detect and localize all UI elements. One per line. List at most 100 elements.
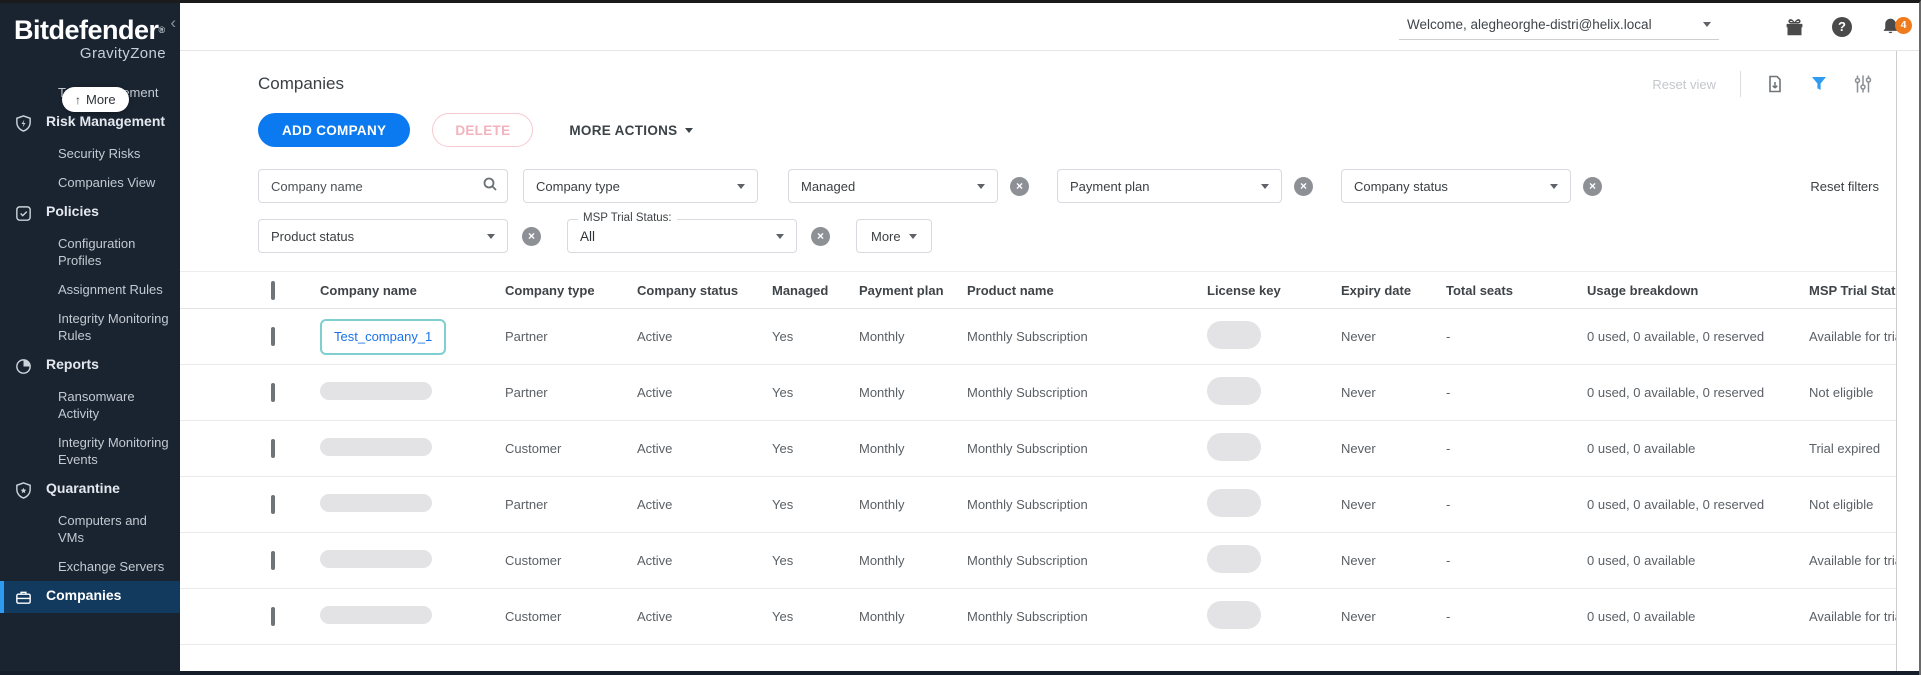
- sidebar-item-label: Exchange Servers: [58, 559, 165, 574]
- chevron-down-icon: [1261, 183, 1269, 189]
- payment-plan-filter[interactable]: Payment plan: [1057, 169, 1282, 203]
- table-row[interactable]: Customer Active Yes Monthly Monthly Subs…: [180, 533, 1919, 589]
- payment-plan-value: Monthly: [859, 385, 905, 400]
- gift-button[interactable]: [1781, 14, 1807, 40]
- clear-msp-trial-filter-icon[interactable]: ×: [811, 226, 830, 246]
- row-checkbox[interactable]: [271, 607, 275, 626]
- msp-trial-status-filter[interactable]: MSP Trial Status: All: [567, 212, 797, 253]
- companies-table: Company name Company type Company status…: [180, 271, 1919, 645]
- table-row[interactable]: Customer Active Yes Monthly Monthly Subs…: [180, 589, 1919, 645]
- sidebar-item-security-risks[interactable]: Security Risks: [0, 139, 180, 168]
- sidebar-item-configuration-profiles[interactable]: Configuration Profiles: [0, 229, 180, 275]
- gift-icon: [1786, 19, 1802, 36]
- sidebar-item-label: Reports: [46, 356, 99, 372]
- clear-company-status-filter-icon[interactable]: ×: [1583, 176, 1602, 196]
- sidebar-item-exchange-servers[interactable]: Exchange Servers: [0, 552, 180, 581]
- column-header-company-name[interactable]: Company name: [310, 283, 495, 298]
- license-key-placeholder: [1207, 545, 1261, 573]
- column-header-managed[interactable]: Managed: [762, 283, 849, 298]
- row-checkbox[interactable]: [271, 495, 275, 514]
- company-type-filter[interactable]: Company type: [523, 169, 758, 203]
- more-filters-button[interactable]: More: [856, 219, 932, 253]
- company-name-link[interactable]: Test_company_1: [334, 329, 432, 344]
- company-status-value: Active: [637, 497, 673, 512]
- chevron-down-icon: [1703, 22, 1711, 27]
- search-icon: [482, 176, 498, 197]
- company-type-value: Customer: [505, 553, 562, 568]
- company-type-value: Partner: [505, 385, 548, 400]
- expiry-date-value: Never: [1341, 441, 1376, 456]
- expiry-date-value: Never: [1341, 609, 1376, 624]
- select-all-checkbox[interactable]: [271, 280, 275, 300]
- sidebar-collapse-icon[interactable]: ‹: [170, 13, 176, 33]
- product-name-value: Monthly Subscription: [967, 329, 1088, 344]
- sidebar-item-reports[interactable]: Reports: [0, 350, 180, 382]
- payment-plan-value: Monthly: [859, 329, 905, 344]
- delete-button[interactable]: DELETE: [432, 113, 534, 147]
- window-bottom-border: [0, 671, 1919, 675]
- table-body: Test_company_1 Partner Active Yes Monthl…: [180, 309, 1919, 645]
- managed-value: Yes: [772, 385, 794, 400]
- column-header-company-status[interactable]: Company status: [627, 283, 762, 298]
- column-header-license-key[interactable]: License key: [1197, 283, 1331, 298]
- row-checkbox[interactable]: [271, 551, 275, 570]
- table-row[interactable]: Test_company_1 Partner Active Yes Monthl…: [180, 309, 1919, 365]
- sidebar-item-companies[interactable]: Companies: [0, 581, 180, 613]
- scroll-more-button[interactable]: ↑ More: [62, 87, 129, 112]
- product-status-filter[interactable]: Product status: [258, 219, 508, 253]
- welcome-text: Welcome, alegheorghe-distri@helix.local: [1407, 17, 1652, 32]
- chevron-down-icon: [908, 233, 917, 239]
- scrollbar-gutter[interactable]: [1896, 51, 1919, 671]
- sidebar-item-ransomware-activity[interactable]: Ransomware Activity: [0, 382, 180, 428]
- column-header-product-name[interactable]: Product name: [957, 283, 1197, 298]
- table-row[interactable]: Partner Active Yes Monthly Monthly Subsc…: [180, 477, 1919, 533]
- total-seats-value: -: [1446, 441, 1451, 456]
- clear-payment-plan-filter-icon[interactable]: ×: [1294, 176, 1313, 196]
- table-settings-button[interactable]: [1853, 74, 1873, 94]
- sidebar-item-integrity-monitoring-rules[interactable]: Integrity Monitoring Rules: [0, 304, 180, 350]
- sidebar-item-assignment-rules[interactable]: Assignment Rules: [0, 275, 180, 304]
- license-key-placeholder: [1207, 433, 1261, 461]
- sidebar-item-quarantine[interactable]: Quarantine: [0, 474, 180, 506]
- company-status-filter[interactable]: Company status: [1341, 169, 1571, 203]
- clear-product-status-filter-icon[interactable]: ×: [522, 226, 541, 246]
- filters-toggle-button[interactable]: [1809, 74, 1829, 94]
- sidebar-item-companies-view[interactable]: Companies View: [0, 168, 180, 197]
- add-company-button[interactable]: ADD COMPANY: [258, 113, 411, 147]
- company-name-placeholder: [320, 494, 432, 512]
- column-header-expiry-date[interactable]: Expiry date: [1331, 283, 1436, 298]
- main-content: Companies Reset view ADD COMPANY DELETE …: [180, 51, 1919, 675]
- column-header-company-type[interactable]: Company type: [495, 283, 627, 298]
- company-type-value: Partner: [505, 329, 548, 344]
- more-actions-button[interactable]: MORE ACTIONS: [569, 123, 694, 138]
- sidebar-item-integrity-monitoring-events[interactable]: Integrity Monitoring Events: [0, 428, 180, 474]
- sidebar-item-computers-and-vms[interactable]: Computers and VMs: [0, 506, 180, 552]
- row-checkbox[interactable]: [271, 383, 275, 402]
- briefcase-icon: [14, 587, 36, 607]
- column-header-payment-plan[interactable]: Payment plan: [849, 283, 957, 298]
- column-header-usage-breakdown[interactable]: Usage breakdown: [1577, 283, 1799, 298]
- license-key-placeholder: [1207, 489, 1261, 517]
- help-button[interactable]: ?: [1829, 14, 1855, 40]
- export-button[interactable]: [1765, 74, 1785, 94]
- reset-filters-button[interactable]: Reset filters: [1810, 179, 1879, 194]
- row-checkbox[interactable]: [271, 327, 275, 346]
- managed-filter[interactable]: Managed: [788, 169, 998, 203]
- reset-view-button[interactable]: Reset view: [1652, 77, 1716, 92]
- sidebar-item-policies[interactable]: Policies: [0, 197, 180, 229]
- notifications-button[interactable]: 4: [1877, 14, 1912, 40]
- table-row[interactable]: Partner Active Yes Monthly Monthly Subsc…: [180, 365, 1919, 421]
- user-menu[interactable]: Welcome, alegheorghe-distri@helix.local: [1399, 13, 1719, 40]
- sidebar-item-label: Configuration Profiles: [58, 236, 136, 268]
- clear-managed-filter-icon[interactable]: ×: [1010, 176, 1029, 196]
- usage-breakdown-value: 0 used, 0 available, 0 reserved: [1587, 385, 1765, 400]
- table-row[interactable]: Customer Active Yes Monthly Monthly Subs…: [180, 421, 1919, 477]
- product-name-value: Monthly Subscription: [967, 385, 1088, 400]
- company-name-input[interactable]: [258, 169, 508, 203]
- chevron-down-icon: [776, 233, 784, 239]
- company-status-value: Active: [637, 441, 673, 456]
- row-checkbox[interactable]: [271, 439, 275, 458]
- column-header-total-seats[interactable]: Total seats: [1436, 283, 1577, 298]
- sliders-icon: [1854, 75, 1872, 93]
- payment-plan-value: Monthly: [859, 553, 905, 568]
